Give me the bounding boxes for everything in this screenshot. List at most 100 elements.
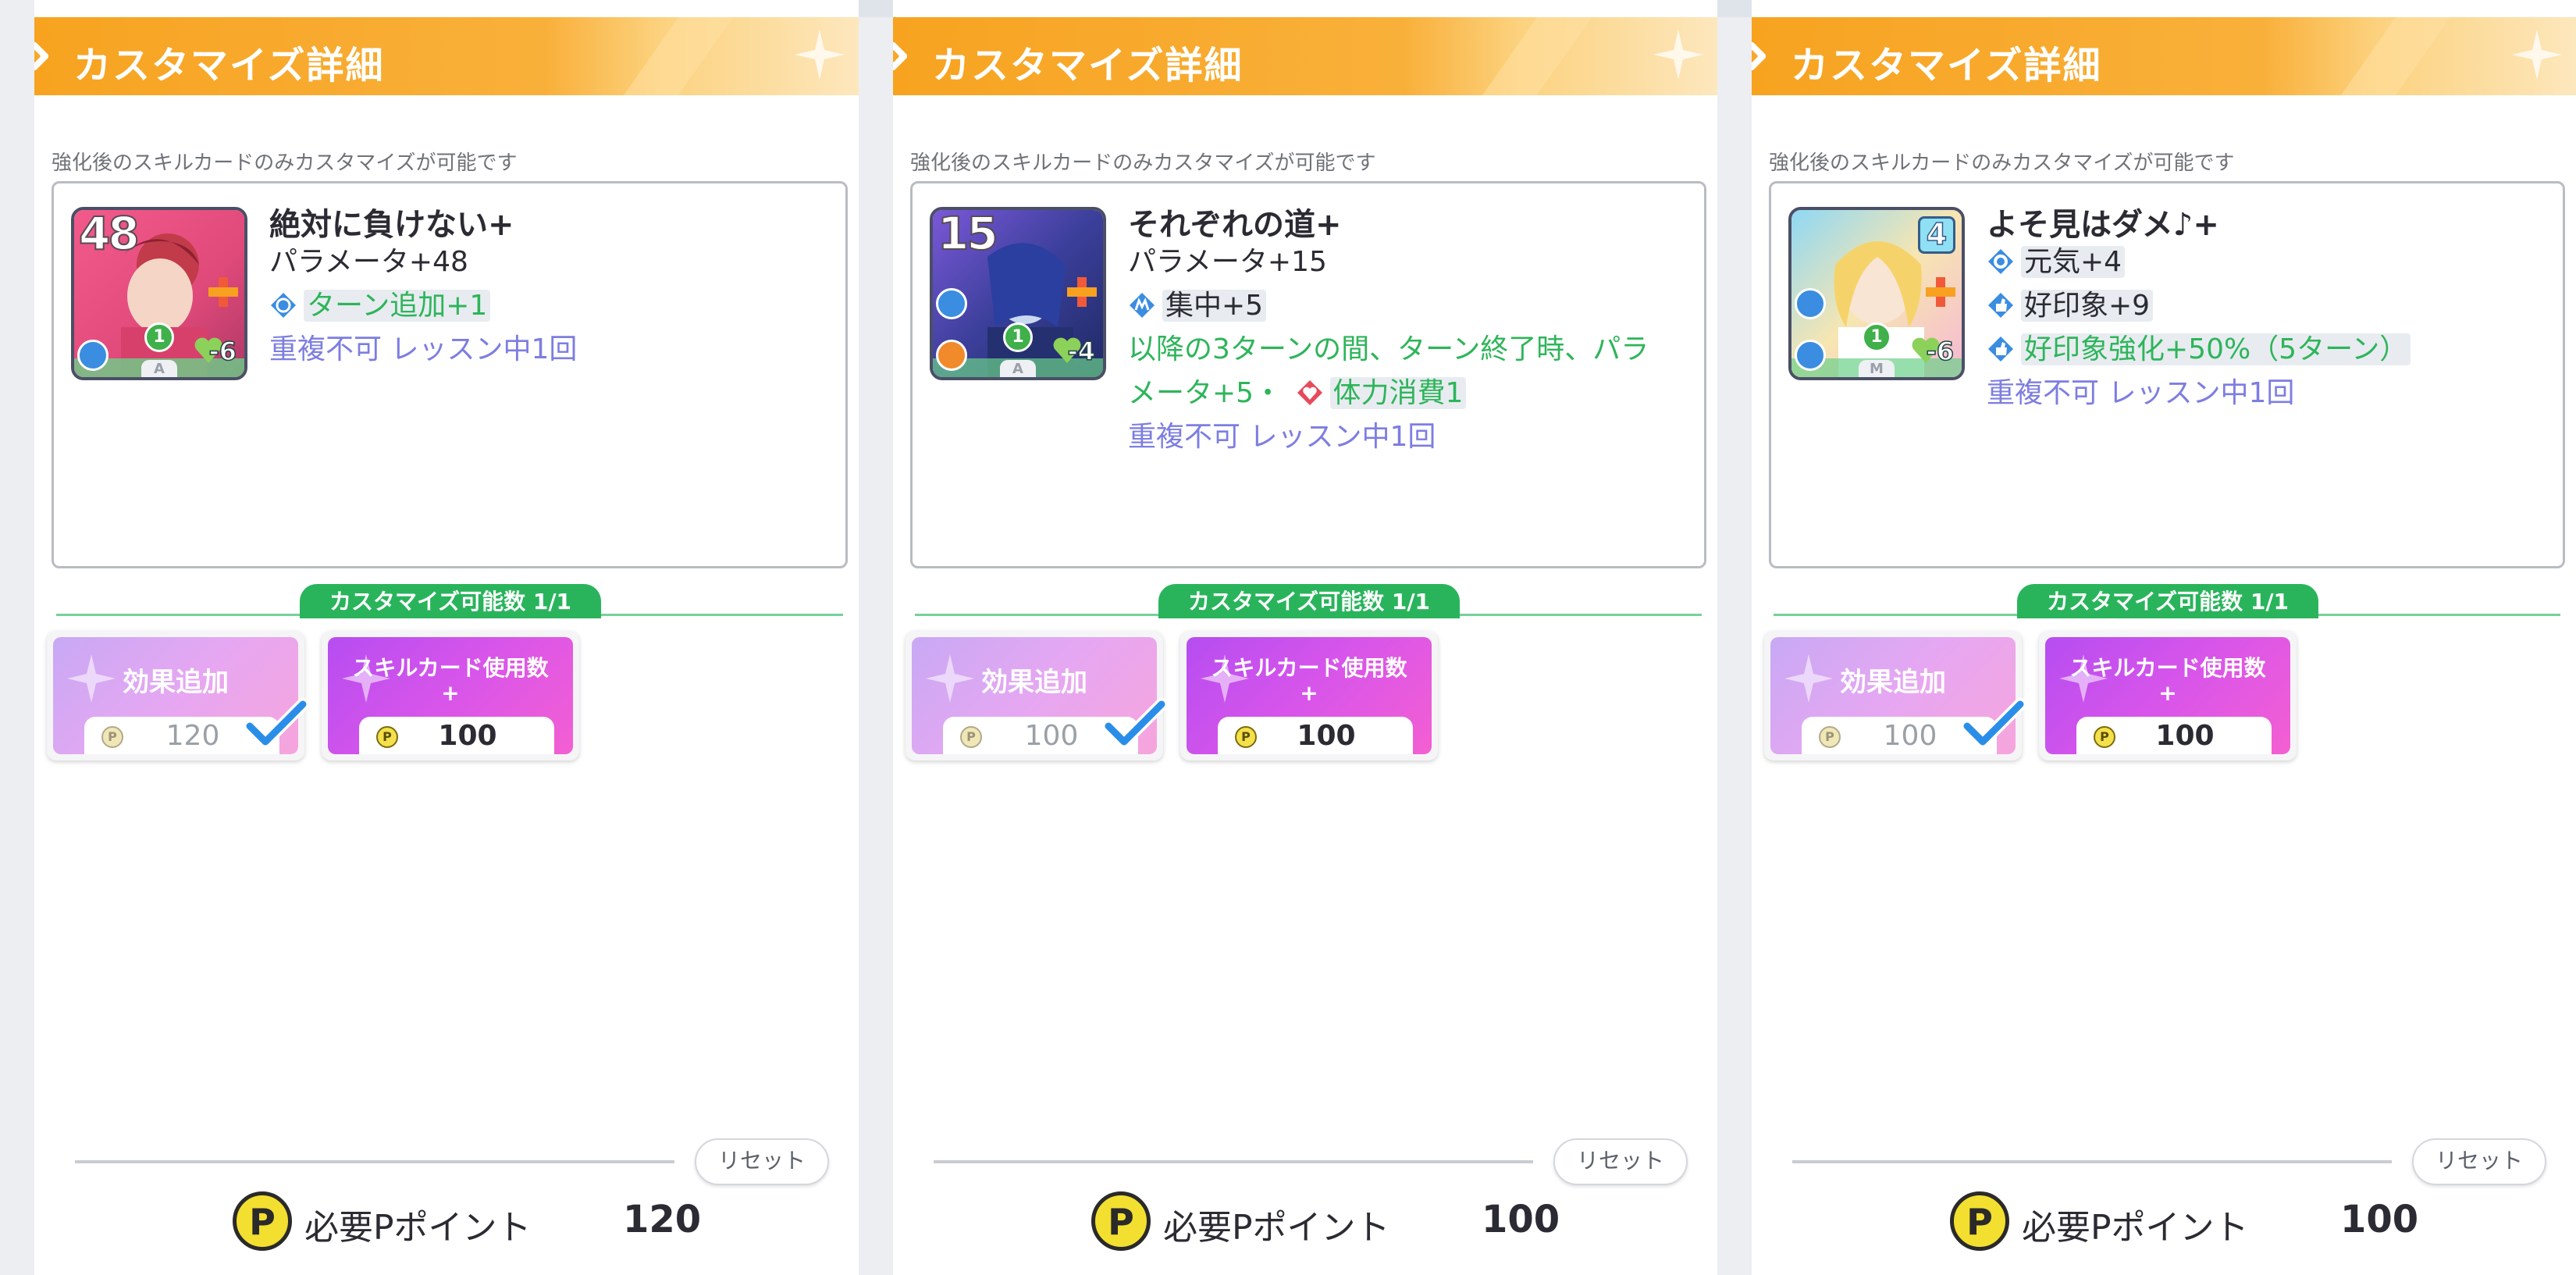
footer-divider (75, 1160, 674, 1163)
header-diamond-icon (893, 41, 909, 72)
impression-boost-icon (1988, 337, 2013, 361)
option-price-value: 100 (1024, 720, 1079, 752)
reset-button[interactable]: リセット (1553, 1138, 1688, 1185)
effect-line: 集中+5 (1128, 283, 1267, 329)
impression-type-icon (1795, 340, 1826, 371)
impression-type-icon (1795, 288, 1826, 319)
p-coin-icon: P (1819, 726, 1841, 748)
reset-button[interactable]: リセット (695, 1138, 829, 1185)
plus-badge-icon (1926, 277, 1955, 307)
card-name: それぞれの道+ (1128, 207, 1342, 243)
option-label: 効果追加 (1840, 667, 1946, 698)
option-card-use-count[interactable]: スキルカード使用数+ P 100 (2039, 631, 2297, 760)
card-rarity: A (1000, 360, 1036, 377)
turn-type-icon (77, 340, 109, 371)
option-card-use-count[interactable]: スキルカード使用数+ P 100 (1180, 631, 1438, 760)
footer-divider (1792, 1160, 2392, 1163)
effect-line: メータ+5・ 体力消費1 (1128, 371, 1467, 416)
footer-divider (934, 1160, 1533, 1163)
option-label: スキルカード使用数+ (352, 655, 549, 706)
sparkle-icon (2512, 30, 2562, 80)
customize-count-badge: カスタマイズ可能数 1/1 (1158, 584, 1460, 618)
customize-panel-3: カスタマイズ詳細 強化後のスキルカードのみカスタマイズが可能です 4 1 -6 … (1752, 0, 2576, 1275)
effect-line: ターン追加+1 (269, 283, 491, 329)
customize-count-badge: カスタマイズ可能数 1/1 (2017, 584, 2318, 618)
skill-card-art: 4 1 -6 M (1788, 207, 1965, 380)
card-cost: 48 (78, 207, 141, 261)
option-card-use-count[interactable]: スキルカード使用数+ P 100 (322, 631, 579, 760)
effect-text: 集中+5 (1162, 290, 1267, 322)
option-price-value: 120 (165, 720, 220, 752)
effect-text: 重複不可 レッスン中1回 (269, 333, 578, 365)
option-price-value: 100 (438, 720, 497, 752)
effect-line: 以降の3ターンの間、ターン終了時、パラ (1128, 327, 1649, 372)
p-coin-icon: P (960, 726, 982, 748)
effect-line: パラメータ+15 (1128, 240, 1327, 285)
card-cost: 15 (937, 207, 999, 261)
effect-text: 以降の3ターンの間、ターン終了時、パラ (1128, 333, 1649, 365)
effect-text: 体力消費1 (1329, 377, 1467, 409)
card-level: 1 (1003, 322, 1033, 352)
p-point-icon: P (1950, 1191, 2009, 1251)
reset-button[interactable]: リセット (2412, 1138, 2546, 1185)
skill-card-detail: 4 1 -6 M よそ見はダメ♪+ 元気+4 好印象+9 好印象強化+50%（5… (1769, 181, 2565, 568)
option-price-value: 100 (1297, 720, 1356, 752)
option-face: スキルカード使用数+ P 100 (1187, 637, 1432, 754)
required-points-label: 必要Pポイント (1163, 1208, 1390, 1248)
skill-card-art: 15 1 -4 A (930, 207, 1106, 380)
option-price-value: 100 (2155, 720, 2215, 752)
sparkle-icon (795, 30, 845, 80)
card-rarity: A (141, 360, 177, 377)
option-label: スキルカード使用数+ (1211, 655, 1407, 706)
panel-header: カスタマイズ詳細 (893, 17, 1717, 95)
option-price: P 100 (2076, 717, 2272, 754)
p-coin-icon: P (376, 726, 398, 748)
option-price-value: 100 (1883, 720, 1937, 752)
option-price: P 100 (1218, 717, 1413, 754)
effect-line: 好印象+9 (1987, 283, 2154, 329)
required-points-label: 必要Pポイント (2022, 1208, 2249, 1248)
card-cost: 4 (1918, 216, 1955, 254)
check-icon (245, 698, 308, 748)
option-add-effect[interactable]: 効果追加 P 120 (47, 631, 308, 760)
card-level: 1 (144, 322, 174, 352)
option-label: 効果追加 (981, 667, 1087, 698)
customize-note: 強化後のスキルカードのみカスタマイズが可能です (52, 151, 518, 175)
stamina-value: -6 (208, 336, 237, 367)
plus-badge-icon (1067, 277, 1097, 307)
effect-text: 好印象強化+50%（5ターン） (2021, 333, 2411, 365)
stamina-value: -4 (1067, 336, 1096, 367)
option-add-effect[interactable]: 効果追加 P 100 (1764, 631, 2025, 760)
option-add-effect[interactable]: 効果追加 P 100 (906, 631, 1166, 760)
cycle-type-icon (936, 340, 967, 371)
option-face: スキルカード使用数+ P 100 (328, 637, 573, 754)
effect-line: 好印象強化+50%（5ターン） (1987, 327, 2411, 372)
option-label: スキルカード使用数+ (2069, 655, 2266, 706)
effect-text: メータ+5・ (1128, 377, 1283, 409)
panel-title: カスタマイズ詳細 (1791, 44, 2102, 87)
stamina-value: -6 (1926, 336, 1955, 367)
required-points-value: 120 (623, 1198, 702, 1241)
option-price: P 100 (359, 717, 554, 754)
customize-panel-1: カスタマイズ詳細 強化後のスキルカードのみカスタマイズが可能です 48 1 -6… (34, 0, 859, 1275)
effect-text: パラメータ+15 (1128, 246, 1327, 278)
required-points-value: 100 (2340, 1198, 2419, 1241)
effect-line: 重複不可 レッスン中1回 (269, 327, 577, 372)
skill-card-art: 48 1 -6 A (71, 207, 247, 380)
effect-text: 重複不可 レッスン中1回 (1128, 421, 1436, 453)
skill-card-detail: 15 1 -4 A それぞれの道+ パラメータ+15 集中+5 以降の3ターンの… (910, 181, 1706, 568)
customize-note: 強化後のスキルカードのみカスタマイズが可能です (910, 151, 1376, 175)
panel-title: カスタマイズ詳細 (932, 44, 1244, 87)
effect-text: 元気+4 (2021, 246, 2126, 278)
panel-title: カスタマイズ詳細 (73, 44, 385, 87)
card-name: よそ見はダメ♪+ (1987, 207, 2219, 243)
heart-icon (1297, 380, 1322, 405)
effect-text: パラメータ+48 (269, 246, 468, 278)
required-points-value: 100 (1482, 1198, 1560, 1241)
turn-icon (271, 293, 296, 318)
effect-text: 好印象+9 (2021, 290, 2154, 322)
check-icon (1104, 698, 1166, 748)
check-icon (1962, 698, 2025, 748)
effect-line: パラメータ+48 (269, 240, 468, 285)
effect-text: 重複不可 レッスン中1回 (1987, 377, 2295, 409)
